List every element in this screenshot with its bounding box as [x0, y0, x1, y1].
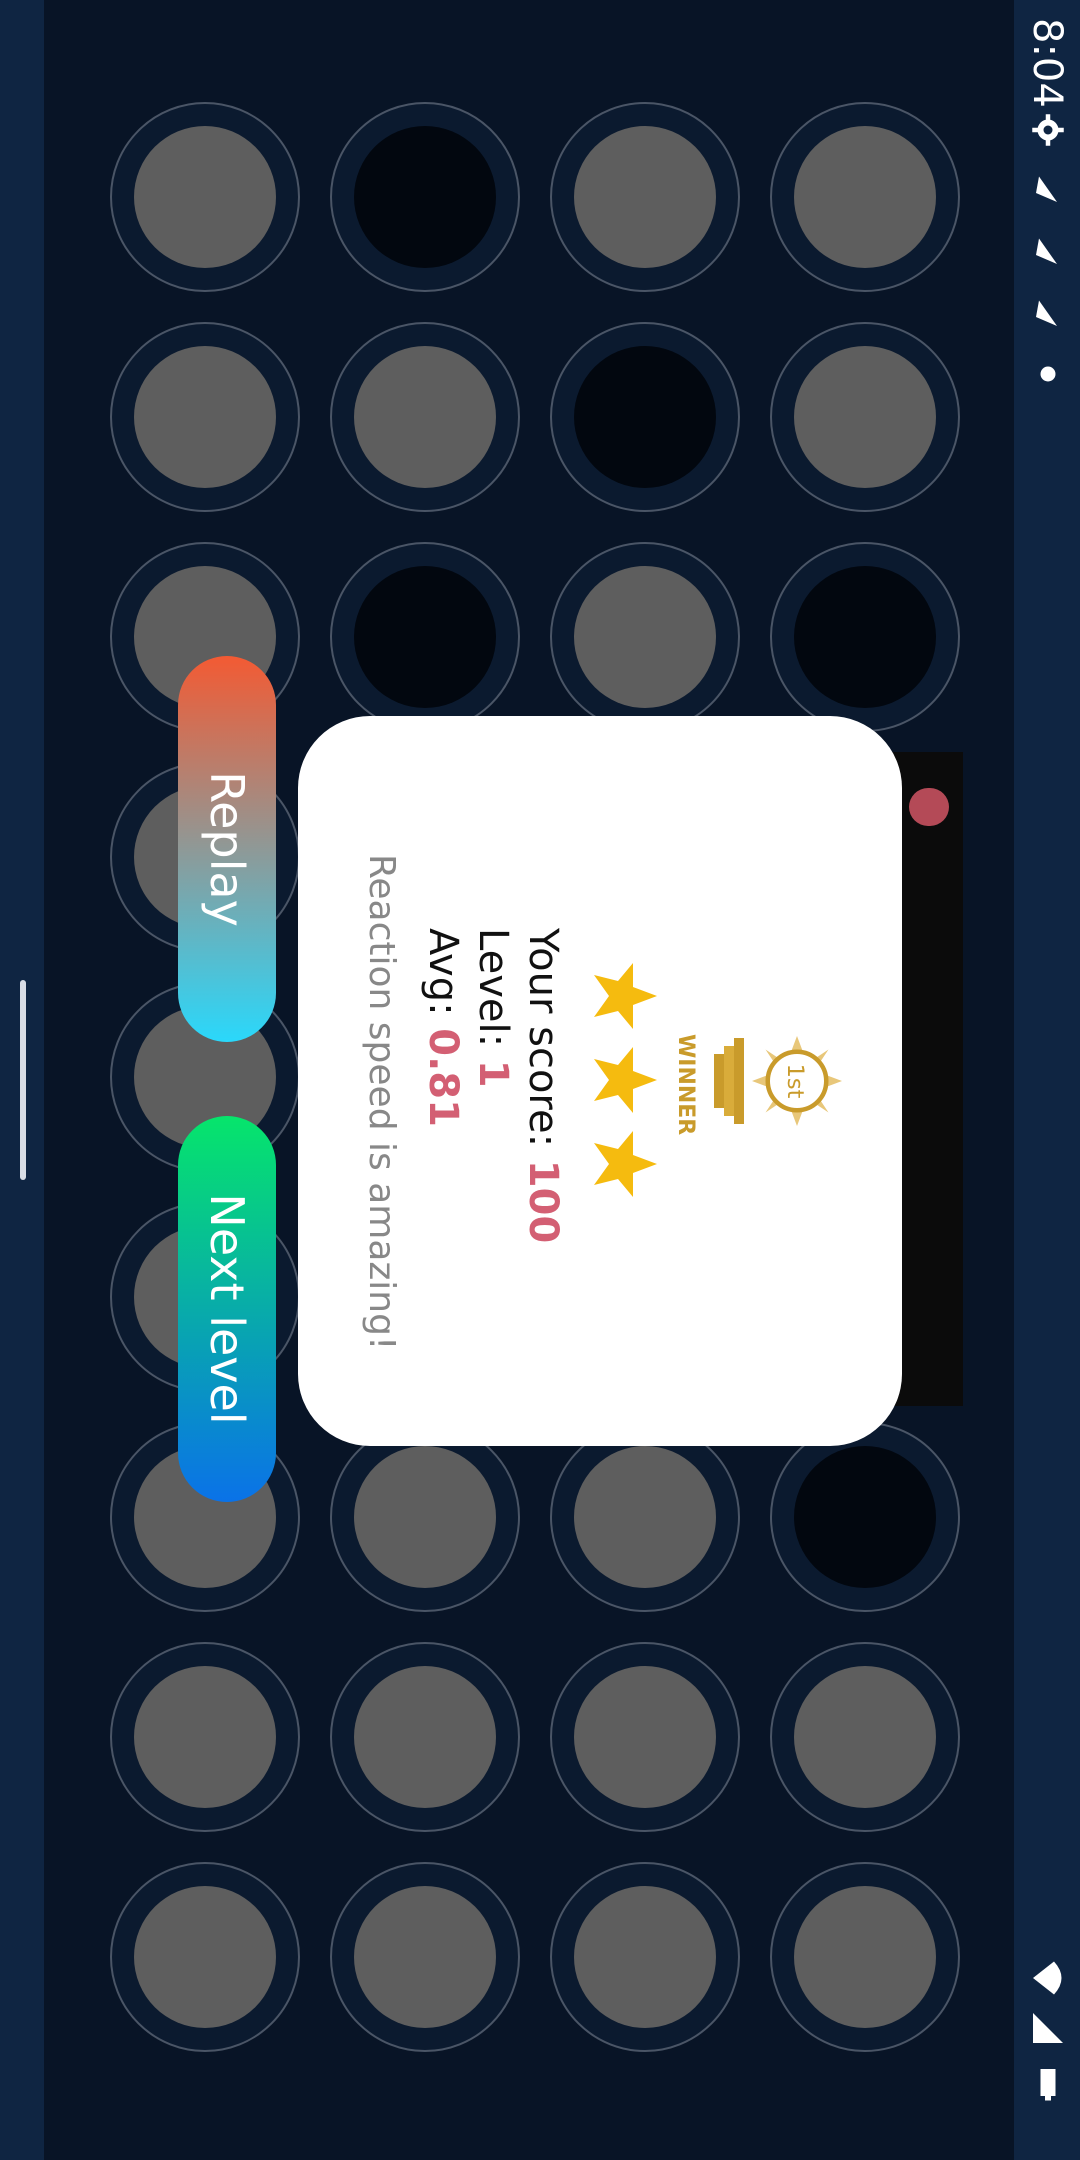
grid-cell-dot [574, 1446, 716, 1588]
first-place-medal-icon: 1st [752, 1036, 842, 1126]
podium-icon [714, 1038, 744, 1124]
grid-cell-dot [574, 1886, 716, 2028]
grid-cell-dot [794, 566, 936, 708]
grid-cell[interactable] [770, 1422, 960, 1612]
grid-cell[interactable] [770, 102, 960, 292]
wifi-icon [1033, 1961, 1062, 1995]
landscape-canvas: 8:04 1st WINNER Your score: 100 Level: 1… [0, 0, 1080, 2160]
grid-cell-dot [574, 566, 716, 708]
grid-cell[interactable] [330, 1422, 520, 1612]
time-progress-bar [909, 788, 949, 826]
avg-value: 0.81 [420, 1028, 466, 1127]
grid-cell[interactable] [110, 322, 300, 512]
grid-cell-dot [794, 1446, 936, 1588]
grid-cell[interactable] [550, 322, 740, 512]
more-notifications-dot-icon [1040, 366, 1056, 382]
grid-cell[interactable] [330, 542, 520, 732]
home-gesture-handle[interactable] [20, 980, 26, 1180]
grid-cell-dot [574, 126, 716, 268]
grid-cell-dot [354, 566, 496, 708]
navigation-bar [0, 0, 44, 2160]
avg-label: Avg: [420, 928, 466, 1016]
grid-cell[interactable] [770, 1862, 960, 2052]
screen: 8:04 1st WINNER Your score: 100 Level: 1… [0, 0, 1080, 2160]
app-notification-icon [1036, 238, 1057, 264]
medal-text: 1st [782, 1064, 808, 1099]
status-bar: 8:04 [1014, 0, 1080, 2160]
grid-cell[interactable] [770, 322, 960, 512]
grid-cell-dot [134, 126, 276, 268]
grid-cell-dot [574, 1666, 716, 1808]
star-rating [580, 960, 660, 1210]
grid-cell[interactable] [330, 322, 520, 512]
app-notification-icon [1036, 300, 1057, 326]
app-notification-icon [1036, 176, 1057, 202]
grid-cell-dot [574, 346, 716, 488]
grid-cell-dot [794, 126, 936, 268]
score-line: Your score: 100 [520, 928, 566, 1243]
grid-cell[interactable] [330, 1862, 520, 2052]
signal-icon [1033, 2013, 1063, 2043]
grid-cell[interactable] [330, 102, 520, 292]
grid-cell[interactable] [550, 1422, 740, 1612]
level-value: 1 [470, 1059, 516, 1088]
star-icon [594, 1131, 657, 1197]
grid-cell[interactable] [550, 542, 740, 732]
replay-button[interactable]: Replay [178, 656, 276, 1042]
score-value: 100 [520, 1159, 566, 1244]
grid-cell-dot [794, 1886, 936, 2028]
grid-cell[interactable] [110, 102, 300, 292]
grid-cell-dot [794, 1666, 936, 1808]
winner-label: WINNER [673, 1034, 698, 1136]
grid-cell-dot [354, 126, 496, 268]
grid-cell-dot [354, 1446, 496, 1588]
star-icon [594, 963, 657, 1029]
grid-cell-dot [134, 1886, 276, 2028]
level-complete-dialog: 1st WINNER Your score: 100 Level: 1 Avg:… [298, 716, 902, 1446]
grid-cell[interactable] [110, 1862, 300, 2052]
settings-gear-icon [1032, 114, 1064, 146]
status-time: 8:04 [1024, 18, 1070, 108]
grid-cell-dot [794, 346, 936, 488]
result-message: Reaction speed is amazing! [361, 854, 402, 1351]
grid-cell[interactable] [330, 1642, 520, 1832]
grid-cell[interactable] [770, 542, 960, 732]
grid-cell[interactable] [550, 1642, 740, 1832]
next-level-button[interactable]: Next level [178, 1116, 276, 1502]
score-label: Your score: [520, 928, 566, 1148]
grid-cell[interactable] [770, 1642, 960, 1832]
grid-cell[interactable] [110, 1642, 300, 1832]
grid-cell-dot [134, 346, 276, 488]
grid-cell[interactable] [550, 1862, 740, 2052]
level-label: Level: [470, 928, 516, 1048]
avg-line: Avg: 0.81 [420, 928, 466, 1127]
star-icon [594, 1047, 657, 1113]
grid-cell[interactable] [550, 102, 740, 292]
battery-icon [1040, 2069, 1056, 2101]
grid-cell-dot [354, 1886, 496, 2028]
grid-cell-dot [354, 1666, 496, 1808]
level-line: Level: 1 [470, 928, 516, 1088]
grid-cell-dot [354, 346, 496, 488]
grid-cell-dot [134, 1666, 276, 1808]
